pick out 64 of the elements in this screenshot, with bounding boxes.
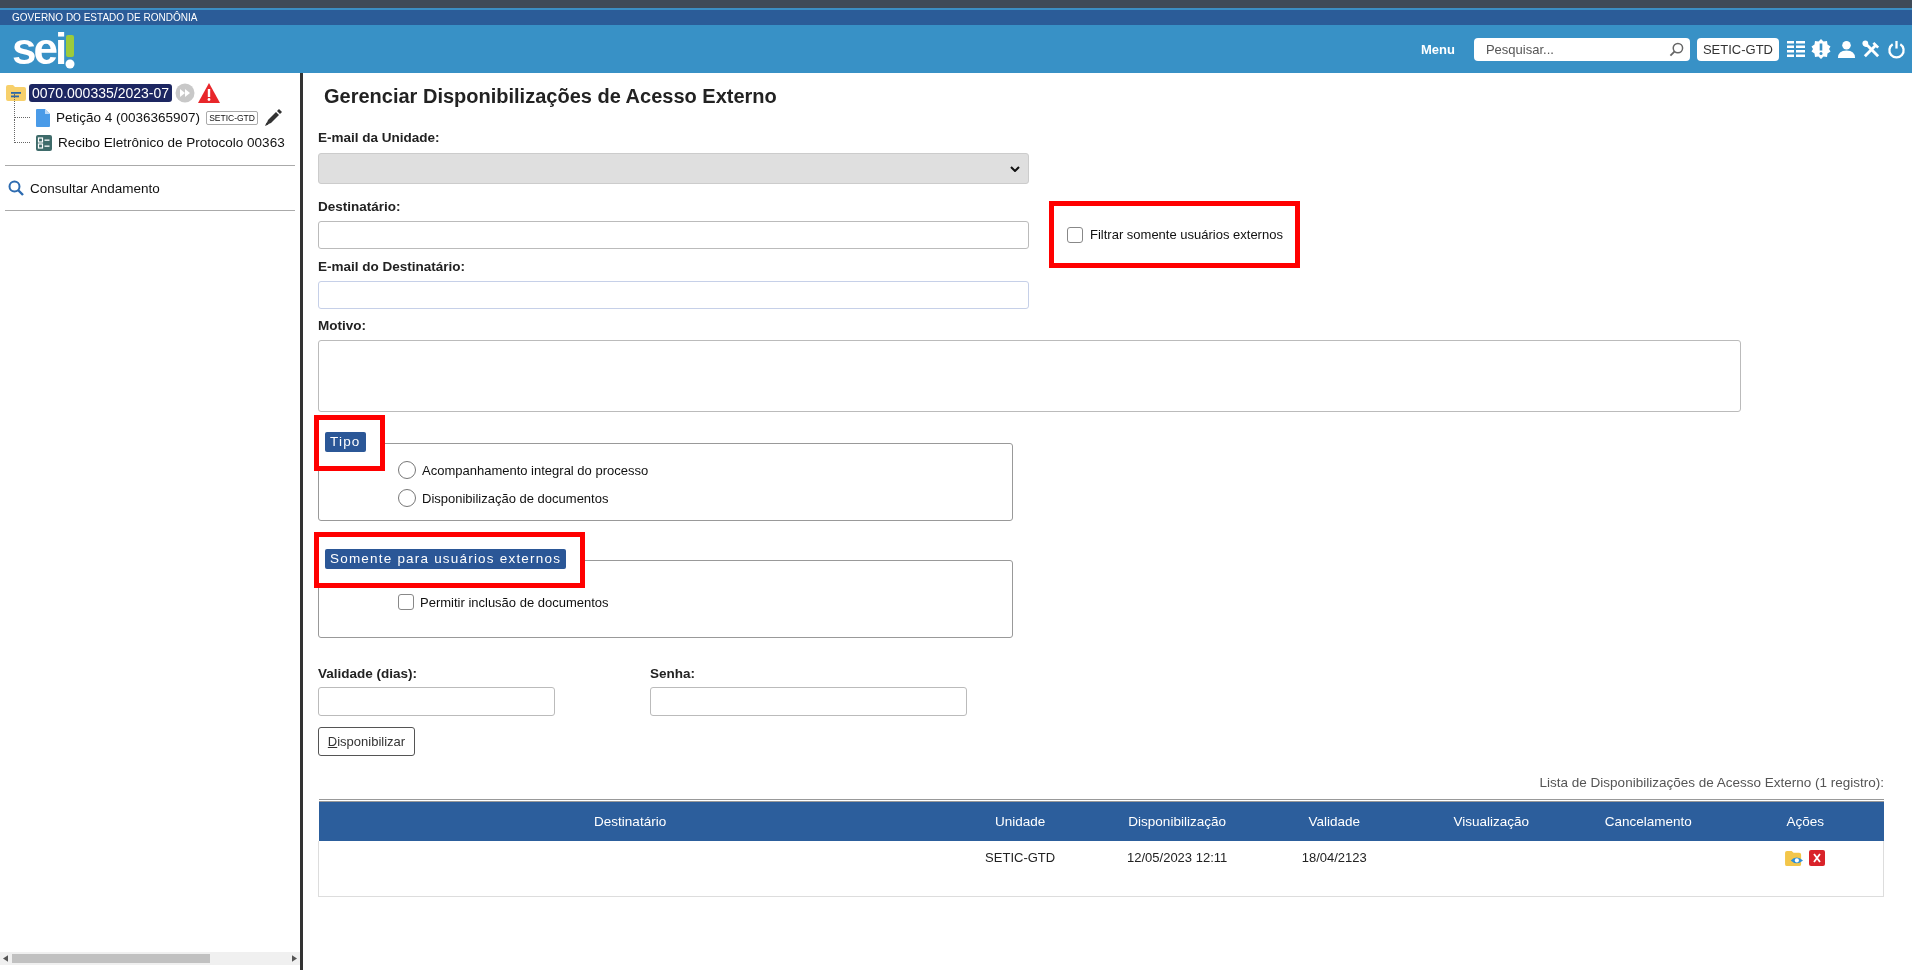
table-cell: 12/05/2023 12:11 xyxy=(1098,841,1256,897)
tree-item[interactable]: Recibo Eletrônico de Protocolo 00363 xyxy=(58,135,285,150)
password-field[interactable] xyxy=(650,687,967,716)
user-icon[interactable] xyxy=(1837,39,1856,59)
option-label[interactable]: Permitir inclusão de documentos xyxy=(420,594,609,610)
page-title: Gerenciar Disponibilizações de Acesso Externo xyxy=(323,84,778,109)
column-header: Destinatário xyxy=(318,800,942,841)
group-legend: Somente para usuários externos xyxy=(325,549,567,569)
column-header: Unidade xyxy=(941,800,1099,841)
scrollbar-thumb[interactable] xyxy=(12,954,210,963)
submit-button[interactable]: Disponibilizar xyxy=(318,727,415,756)
group-legend: Tipo xyxy=(325,432,366,452)
process-number[interactable]: 0070.000335/2023-07 xyxy=(29,83,173,102)
option-label[interactable]: Acompanhamento integral do processo xyxy=(422,462,649,478)
column-header: Visualização xyxy=(1412,800,1570,841)
sidebar-link[interactable]: Consultar Andamento xyxy=(30,180,160,196)
warning-icon[interactable] xyxy=(198,82,221,103)
pen-icon[interactable] xyxy=(263,108,282,127)
field-label: Motivo: xyxy=(318,318,367,334)
unit-selector[interactable]: SETIC-GTD xyxy=(1696,37,1779,61)
folder-eye-icon[interactable] xyxy=(1784,850,1804,867)
column-header: Ações xyxy=(1726,800,1884,841)
radio-button[interactable] xyxy=(398,461,416,479)
search-icon xyxy=(1668,41,1684,57)
checkbox[interactable] xyxy=(1067,226,1083,243)
field-label: Destinatário: xyxy=(318,199,402,215)
right-arrow-icon[interactable] xyxy=(292,955,297,962)
list-caption: Lista de Disponibilizações de Acesso Externo (1 registro): xyxy=(1538,775,1884,791)
checkbox-label[interactable]: Filtrar somente usuários externos xyxy=(1090,227,1283,242)
alert-badge-icon[interactable] xyxy=(1811,39,1831,59)
search-field[interactable]: Pesquisar... xyxy=(1473,37,1690,61)
chevron-icon xyxy=(1010,165,1020,172)
form-icon[interactable] xyxy=(36,134,52,151)
validity-field[interactable] xyxy=(318,687,555,716)
checkbox[interactable] xyxy=(398,594,414,610)
recipient-field[interactable] xyxy=(318,221,1029,249)
field-label: Senha: xyxy=(650,666,696,682)
tree-item[interactable]: Petição 4 (0036365907) xyxy=(56,110,201,125)
radio-button[interactable] xyxy=(398,489,416,507)
tree-connector xyxy=(14,94,30,118)
field-label: Validade (dias): xyxy=(318,666,419,682)
recipient-email-field[interactable] xyxy=(318,281,1029,309)
tools-icon[interactable] xyxy=(1862,39,1881,59)
option-label[interactable]: Disponibilização de documentos xyxy=(422,490,609,506)
logo-mark-icon xyxy=(64,35,77,69)
column-header: Cancelamento xyxy=(1569,800,1727,841)
document-icon[interactable] xyxy=(36,108,50,127)
field-label: E-mail do Destinatário: xyxy=(318,259,467,275)
tree-connector xyxy=(14,119,30,143)
unit-tag: SETIC-GTD xyxy=(206,110,258,125)
folder-icon[interactable] xyxy=(6,84,26,101)
search-icon xyxy=(8,180,24,196)
column-header: Validade xyxy=(1255,800,1413,841)
cross-icon[interactable] xyxy=(1808,850,1825,866)
horizontal-scrollbar[interactable] xyxy=(0,952,300,965)
power-icon[interactable] xyxy=(1887,39,1906,59)
column-header: Disponibilização xyxy=(1098,800,1256,841)
field-label: E-mail da Unidade: xyxy=(318,130,441,146)
table-cell: 18/04/2123 xyxy=(1255,841,1413,897)
reason-field[interactable] xyxy=(318,340,1741,412)
left-arrow-icon[interactable] xyxy=(3,955,8,962)
government-title: GOVERNO DO ESTADO DE RONDÔNIA xyxy=(0,10,1912,25)
list-icon[interactable] xyxy=(1787,40,1805,58)
table-cell: SETIC-GTD xyxy=(941,841,1099,897)
